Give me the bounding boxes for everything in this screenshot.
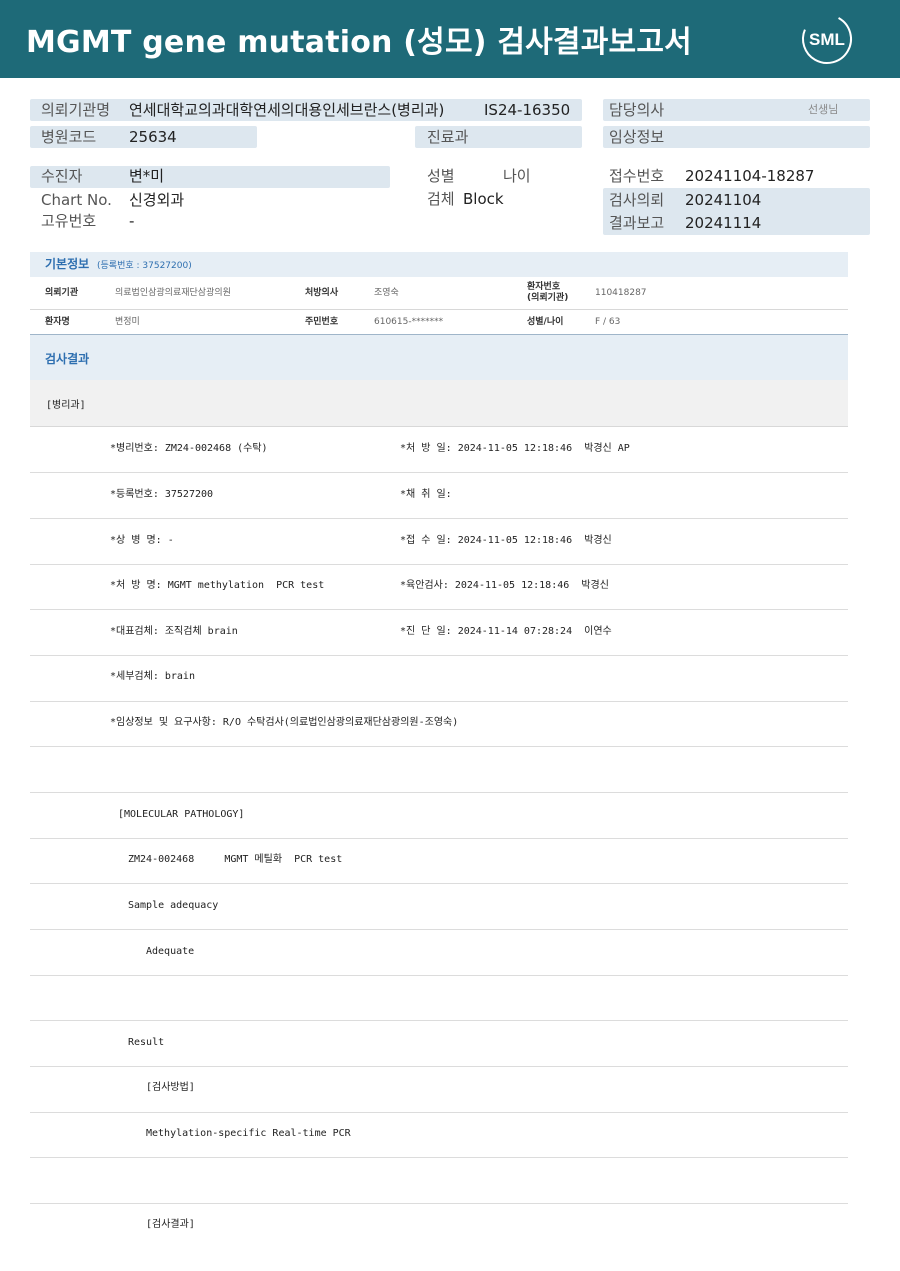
sex-label: 성별 xyxy=(427,167,455,185)
sample-adequacy-value: Adequate xyxy=(146,946,195,957)
basic-info-title: 기본정보 xyxy=(45,257,90,271)
report-title: MGMT gene mutation (성모) 검사결과보고서 xyxy=(26,25,692,60)
result-right: *육안검사: 2024-11-05 12:18:46 박경신 xyxy=(400,580,609,591)
result-right: *접 수 일: 2024-11-05 12:18:46 박경신 xyxy=(400,535,612,546)
info-key: 환자번호 xyxy=(527,282,561,292)
basic-info-row: 환자명 변정미 주민번호 610615-******* 성별/나이 F / 63 xyxy=(30,310,848,335)
method-heading: [검사방법] xyxy=(146,1082,195,1093)
chart-value: 신경외과 xyxy=(129,191,185,209)
molecular-heading: [MOLECULAR PATHOLOGY] xyxy=(118,809,245,820)
info-value: F / 63 xyxy=(595,317,621,327)
report-label: 결과보고 xyxy=(609,214,665,232)
result-right: *채 취 일: xyxy=(400,489,452,500)
result-left: *임상정보 및 요구사항: R/O 수탁검사(의료법인삼광의료재단삼광의원-조영… xyxy=(110,717,459,728)
info-value: 조영숙 xyxy=(374,288,399,298)
result-left: *세부검체: brain xyxy=(110,671,195,682)
row-divider xyxy=(30,701,848,702)
row-divider xyxy=(30,746,848,747)
method-value: Methylation-specific Real-time PCR xyxy=(146,1128,351,1139)
requester-label: 의뢰기관명 xyxy=(41,101,111,119)
info-key: 의뢰기관 xyxy=(45,288,79,298)
result-left: *등록번호: 37527200 xyxy=(110,489,214,500)
hospital-code-value: 25634 xyxy=(129,128,177,146)
result-left: *상 병 명: - xyxy=(110,535,174,546)
age-label: 나이 xyxy=(503,167,531,185)
info-key: 처방의사 xyxy=(305,288,339,298)
patient-value: 변*미 xyxy=(129,167,165,185)
info-value: 의료법인삼광의료재단삼광의원 xyxy=(115,288,231,298)
report-value: 20241114 xyxy=(685,214,762,232)
result-left: *처 방 명: MGMT methylation PCR test xyxy=(110,580,325,591)
receipt-value: 20241104-18287 xyxy=(685,167,815,185)
results-header: 검사결과 xyxy=(30,334,848,381)
specimen-value: Block xyxy=(463,190,504,208)
unique-value: - xyxy=(129,212,135,230)
patient-label: 수진자 xyxy=(41,167,83,185)
basic-info-row: 의뢰기관 의료법인삼광의료재단삼광의원 처방의사 조영숙 환자번호 (의뢰기관)… xyxy=(30,277,848,310)
info-key: 성별/나이 xyxy=(527,317,564,327)
result-right: *진 단 일: 2024-11-14 07:28:24 이연수 xyxy=(400,626,612,637)
hospital-code-label: 병원코드 xyxy=(41,128,97,146)
row-divider xyxy=(30,838,848,839)
clinical-label: 임상정보 xyxy=(609,128,665,146)
result-left: *병리번호: ZM24-002468 (수탁) xyxy=(110,443,268,454)
doctor-suffix: 선생님 xyxy=(808,103,839,116)
test-result-heading: [검사결과] xyxy=(146,1219,195,1230)
info-value: 110418287 xyxy=(595,288,647,298)
request-label: 검사의뢰 xyxy=(609,191,665,209)
request-value: 20241104 xyxy=(685,191,762,209)
specimen-number: IS24-16350 xyxy=(484,101,571,119)
patient-pill xyxy=(30,166,390,188)
row-divider xyxy=(30,472,848,473)
sample-adequacy-label: Sample adequacy xyxy=(128,900,219,911)
result-right: *처 방 일: 2024-11-05 12:18:46 박경신 AP xyxy=(400,443,630,454)
section-header: [병리과] xyxy=(30,380,848,427)
row-divider xyxy=(30,883,848,884)
row-divider xyxy=(30,1203,848,1204)
chart-label: Chart No. xyxy=(41,191,112,209)
specimen-label: 검체 xyxy=(427,190,455,208)
unique-label: 고유번호 xyxy=(41,212,97,230)
row-divider xyxy=(30,655,848,656)
row-divider xyxy=(30,1020,848,1021)
result-left: *대표검체: 조직검체 brain xyxy=(110,626,238,637)
results-title: 검사결과 xyxy=(45,352,90,366)
row-divider xyxy=(30,1157,848,1158)
info-key: 환자명 xyxy=(45,317,70,327)
result-heading: Result xyxy=(128,1037,165,1048)
row-divider xyxy=(30,929,848,930)
test-line: ZM24-002468 MGMT 메틸화 PCR test xyxy=(128,854,343,865)
sml-logo: SML xyxy=(802,14,852,64)
basic-info-registration: (등록번호 : 37527200) xyxy=(97,261,192,271)
row-divider xyxy=(30,975,848,976)
row-divider xyxy=(30,1112,848,1113)
logo-text: SML xyxy=(809,30,845,49)
receipt-label: 접수번호 xyxy=(609,167,665,185)
info-key-sub: (의뢰기관) xyxy=(527,293,569,303)
row-divider xyxy=(30,564,848,565)
dept-label: 진료과 xyxy=(427,128,469,146)
row-divider xyxy=(30,518,848,519)
doctor-label: 담당의사 xyxy=(609,101,665,119)
row-divider xyxy=(30,609,848,610)
section-label: [병리과] xyxy=(46,400,86,411)
basic-info-header: 기본정보 (등록번호 : 37527200) xyxy=(30,252,848,277)
info-value: 610615-******* xyxy=(374,317,444,327)
row-divider xyxy=(30,1066,848,1067)
report-header: MGMT gene mutation (성모) 검사결과보고서 SML xyxy=(0,0,900,78)
requester-value: 연세대학교의과대학연세의대용인세브란스(병리과) xyxy=(129,101,445,119)
info-value: 변정미 xyxy=(115,317,140,327)
info-key: 주민번호 xyxy=(305,317,339,327)
row-divider xyxy=(30,792,848,793)
